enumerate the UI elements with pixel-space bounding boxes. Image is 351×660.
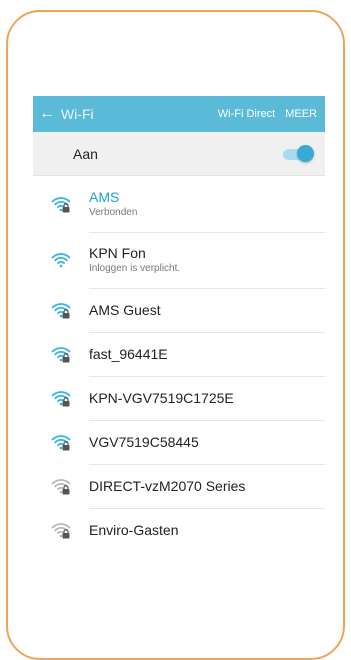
network-status: Verbonden bbox=[89, 207, 138, 218]
wifi-toggle-switch[interactable] bbox=[283, 144, 314, 162]
network-status: Inloggen is verplicht. bbox=[89, 263, 181, 274]
network-item[interactable]: VGV7519C58445 bbox=[33, 420, 325, 465]
network-item[interactable]: AMS Verbonden bbox=[33, 176, 325, 233]
network-item[interactable]: AMS Guest bbox=[33, 288, 325, 333]
wifi-settings-screen: ← Wi-Fi Wi-Fi Direct MEER Aan AMS Verbond… bbox=[33, 96, 325, 552]
network-item[interactable]: KPN Fon Inloggen is verplicht. bbox=[33, 232, 325, 289]
wifi-direct-button[interactable]: Wi-Fi Direct bbox=[218, 108, 275, 120]
network-item[interactable]: Enviro-Gasten bbox=[33, 508, 325, 552]
network-text: KPN Fon Inloggen is verplicht. bbox=[89, 232, 325, 289]
wifi-lock-icon bbox=[33, 433, 89, 451]
arrow-left-icon[interactable]: ← bbox=[33, 105, 61, 123]
network-text: AMS Verbonden bbox=[89, 176, 325, 233]
network-item[interactable]: fast_96441E bbox=[33, 332, 325, 377]
toggle-label: Aan bbox=[73, 145, 98, 162]
network-name: DIRECT-vzM2070 Series bbox=[89, 477, 246, 494]
app-bar: ← Wi-Fi Wi-Fi Direct MEER bbox=[33, 96, 325, 132]
network-item[interactable]: DIRECT-vzM2070 Series bbox=[33, 464, 325, 509]
network-item[interactable]: KPN-VGV7519C1725E bbox=[33, 376, 325, 421]
wifi-icon bbox=[33, 251, 89, 269]
network-name: fast_96441E bbox=[89, 345, 168, 362]
switch-thumb bbox=[297, 144, 314, 162]
wifi-lock-icon bbox=[33, 345, 89, 363]
network-text: KPN-VGV7519C1725E bbox=[89, 376, 325, 421]
more-button[interactable]: MEER bbox=[285, 108, 317, 120]
network-list: AMS Verbonden KPN Fon Inloggen is verplicht… bbox=[33, 176, 325, 552]
wifi-lock-icon bbox=[33, 477, 89, 495]
network-text: DIRECT-vzM2070 Series bbox=[89, 464, 325, 509]
network-name: KPN-VGV7519C1725E bbox=[89, 389, 234, 406]
wifi-lock-icon bbox=[33, 195, 89, 213]
network-name: KPN Fon bbox=[89, 245, 146, 261]
network-name: Enviro-Gasten bbox=[89, 522, 179, 538]
network-text: fast_96441E bbox=[89, 332, 325, 377]
wifi-lock-icon bbox=[33, 521, 89, 539]
network-text: AMS Guest bbox=[89, 288, 325, 333]
network-name: AMS Guest bbox=[89, 301, 161, 318]
wifi-lock-icon bbox=[33, 301, 89, 319]
network-text: Enviro-Gasten bbox=[89, 508, 325, 552]
wifi-lock-icon bbox=[33, 389, 89, 407]
page-title: Wi-Fi bbox=[61, 106, 94, 122]
network-name: VGV7519C58445 bbox=[89, 433, 199, 450]
network-name: AMS bbox=[89, 189, 120, 205]
wifi-master-toggle-row[interactable]: Aan bbox=[33, 132, 325, 176]
network-text: VGV7519C58445 bbox=[89, 420, 325, 465]
